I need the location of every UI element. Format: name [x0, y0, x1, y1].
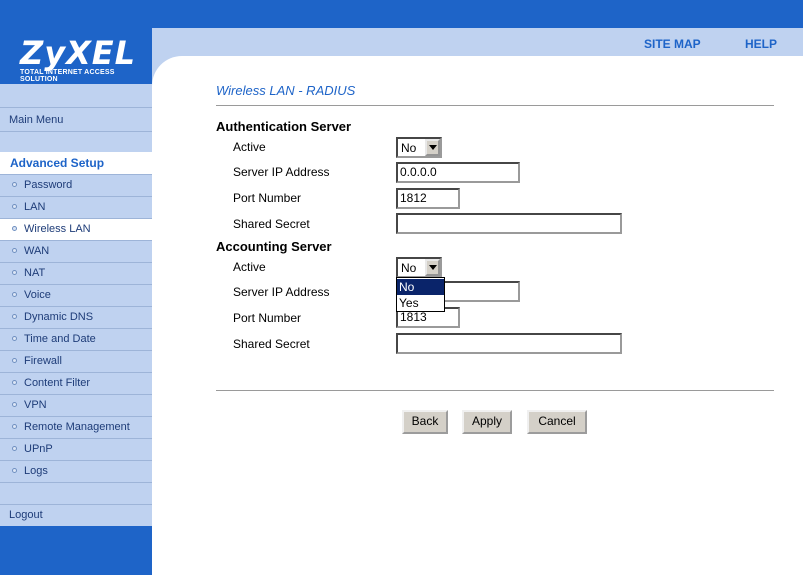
chevron-down-icon[interactable]: [425, 259, 440, 276]
radio-dot-icon: [12, 401, 17, 407]
sidebar-item-wan[interactable]: WAN: [0, 241, 152, 263]
sidebar-item-logout[interactable]: Logout: [0, 505, 152, 527]
acct-active-select[interactable]: No: [396, 257, 442, 278]
help-link[interactable]: HELP: [745, 37, 777, 51]
auth-server-heading: Authentication Server: [216, 119, 352, 134]
acct-active-dropdown-list: No Yes: [396, 277, 445, 312]
page-title: Wireless LAN - RADIUS: [216, 83, 356, 98]
radio-dot-icon: [12, 313, 17, 319]
radio-dot-icon: [12, 181, 17, 187]
sidebar: Main Menu Advanced Setup Password LAN Wi…: [0, 84, 152, 575]
logo-area: ZyXEL TOTAL INTERNET ACCESS SOLUTION: [0, 28, 152, 84]
auth-active-label: Active: [233, 140, 266, 154]
dropdown-option-no[interactable]: No: [397, 279, 444, 295]
divider: [216, 390, 774, 392]
radio-dot-icon: [12, 203, 17, 209]
auth-port-field[interactable]: 1812: [396, 188, 460, 209]
auth-secret-field[interactable]: [396, 213, 622, 234]
sidebar-item-firewall[interactable]: Firewall: [0, 351, 152, 373]
site-map-link[interactable]: SITE MAP: [644, 37, 701, 51]
radio-dot-icon: [12, 247, 17, 253]
radio-dot-icon: [12, 357, 17, 363]
logo-tagline: TOTAL INTERNET ACCESS SOLUTION: [20, 69, 115, 83]
auth-secret-label: Shared Secret: [233, 217, 310, 231]
auth-ip-label: Server IP Address: [233, 165, 330, 179]
sidebar-item-password[interactable]: Password: [0, 175, 152, 197]
radio-dot-icon: [12, 269, 17, 275]
sidebar-item-nat[interactable]: NAT: [0, 263, 152, 285]
auth-ip-field[interactable]: 0.0.0.0: [396, 162, 520, 183]
top-navigation: SITE MAP HELP: [152, 28, 803, 56]
sidebar-footer: [0, 526, 152, 575]
auth-active-select[interactable]: No: [396, 137, 442, 158]
radio-dot-icon: [12, 445, 17, 451]
acct-ip-label: Server IP Address: [233, 285, 330, 299]
divider: [216, 105, 774, 107]
acct-active-label: Active: [233, 260, 266, 274]
acct-secret-field[interactable]: [396, 333, 622, 354]
top-banner: [0, 0, 803, 28]
zyxel-logo: ZyXEL: [20, 34, 136, 72]
radio-dot-icon: [12, 335, 17, 341]
radio-dot-icon: [12, 225, 17, 231]
radio-dot-icon: [12, 423, 17, 429]
sidebar-item-dynamic-dns[interactable]: Dynamic DNS: [0, 307, 152, 329]
dropdown-option-yes[interactable]: Yes: [397, 295, 444, 311]
sidebar-item-upnp[interactable]: UPnP: [0, 439, 152, 461]
chevron-down-icon[interactable]: [425, 139, 440, 156]
apply-button[interactable]: Apply: [462, 410, 512, 434]
acct-port-label: Port Number: [233, 311, 302, 325]
sidebar-item-lan[interactable]: LAN: [0, 197, 152, 219]
radio-dot-icon: [12, 291, 17, 297]
sidebar-item-main-menu[interactable]: Main Menu: [0, 110, 152, 132]
sidebar-section-advanced-setup: Advanced Setup: [0, 152, 152, 175]
sidebar-item-wireless-lan[interactable]: Wireless LAN: [0, 219, 152, 241]
back-button[interactable]: Back: [402, 410, 448, 434]
sidebar-item-vpn[interactable]: VPN: [0, 395, 152, 417]
acct-secret-label: Shared Secret: [233, 337, 310, 351]
acct-server-heading: Accounting Server: [216, 239, 332, 254]
sidebar-item-voice[interactable]: Voice: [0, 285, 152, 307]
cancel-button[interactable]: Cancel: [527, 410, 587, 434]
sidebar-item-logs[interactable]: Logs: [0, 461, 152, 483]
radio-dot-icon: [12, 467, 17, 473]
radio-dot-icon: [12, 379, 17, 385]
auth-port-label: Port Number: [233, 191, 302, 205]
header-curve: [152, 56, 803, 86]
sidebar-item-time-and-date[interactable]: Time and Date: [0, 329, 152, 351]
sidebar-item-content-filter[interactable]: Content Filter: [0, 373, 152, 395]
sidebar-item-remote-management[interactable]: Remote Management: [0, 417, 152, 439]
